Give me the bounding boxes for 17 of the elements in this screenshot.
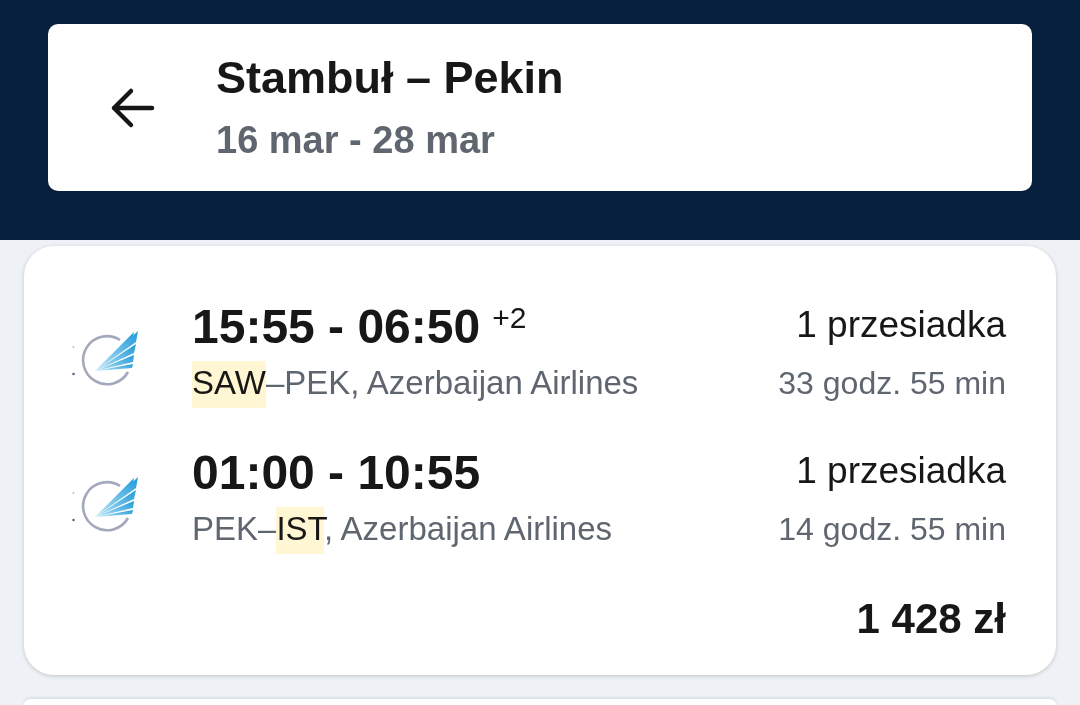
flight-result-card[interactable]: 15:55 - 06:50 +2 1 przesiadka SAW–PEK, Azerbaijan Airlines 33 godz. 55 min 01:00 - 10:55 1 przesiadka PEK–IST, Azerbaijan Airlines 14 godz. 55 min 1 428 zł bbox=[24, 246, 1056, 675]
highlighted-airport-code: SAW bbox=[192, 361, 266, 408]
highlighted-airport-code: IST bbox=[276, 507, 325, 554]
route-airline-text: PEK– bbox=[192, 509, 277, 549]
route-airline-text: –PEK, Azerbaijan Airlines bbox=[265, 363, 639, 403]
stops-count: 1 przesiadka bbox=[796, 449, 1006, 493]
date-range: 16 mar - 28 mar bbox=[216, 118, 496, 163]
search-summary-card[interactable]: Stambuł – Pekin 16 mar - 28 mar bbox=[48, 24, 1032, 191]
flight-duration: 14 godz. 55 min bbox=[778, 510, 1006, 549]
flight-duration: 33 godz. 55 min bbox=[778, 364, 1006, 403]
flight-times: 01:00 - 10:55 bbox=[192, 446, 481, 500]
flight-times: 15:55 - 06:50 bbox=[192, 300, 481, 354]
price: 1 428 zł bbox=[856, 594, 1006, 644]
route-title: Stambuł – Pekin bbox=[216, 52, 564, 104]
day-offset: +2 bbox=[492, 300, 527, 336]
route-airline-text: , Azerbaijan Airlines bbox=[324, 509, 613, 549]
stops-count: 1 przesiadka bbox=[796, 303, 1006, 347]
